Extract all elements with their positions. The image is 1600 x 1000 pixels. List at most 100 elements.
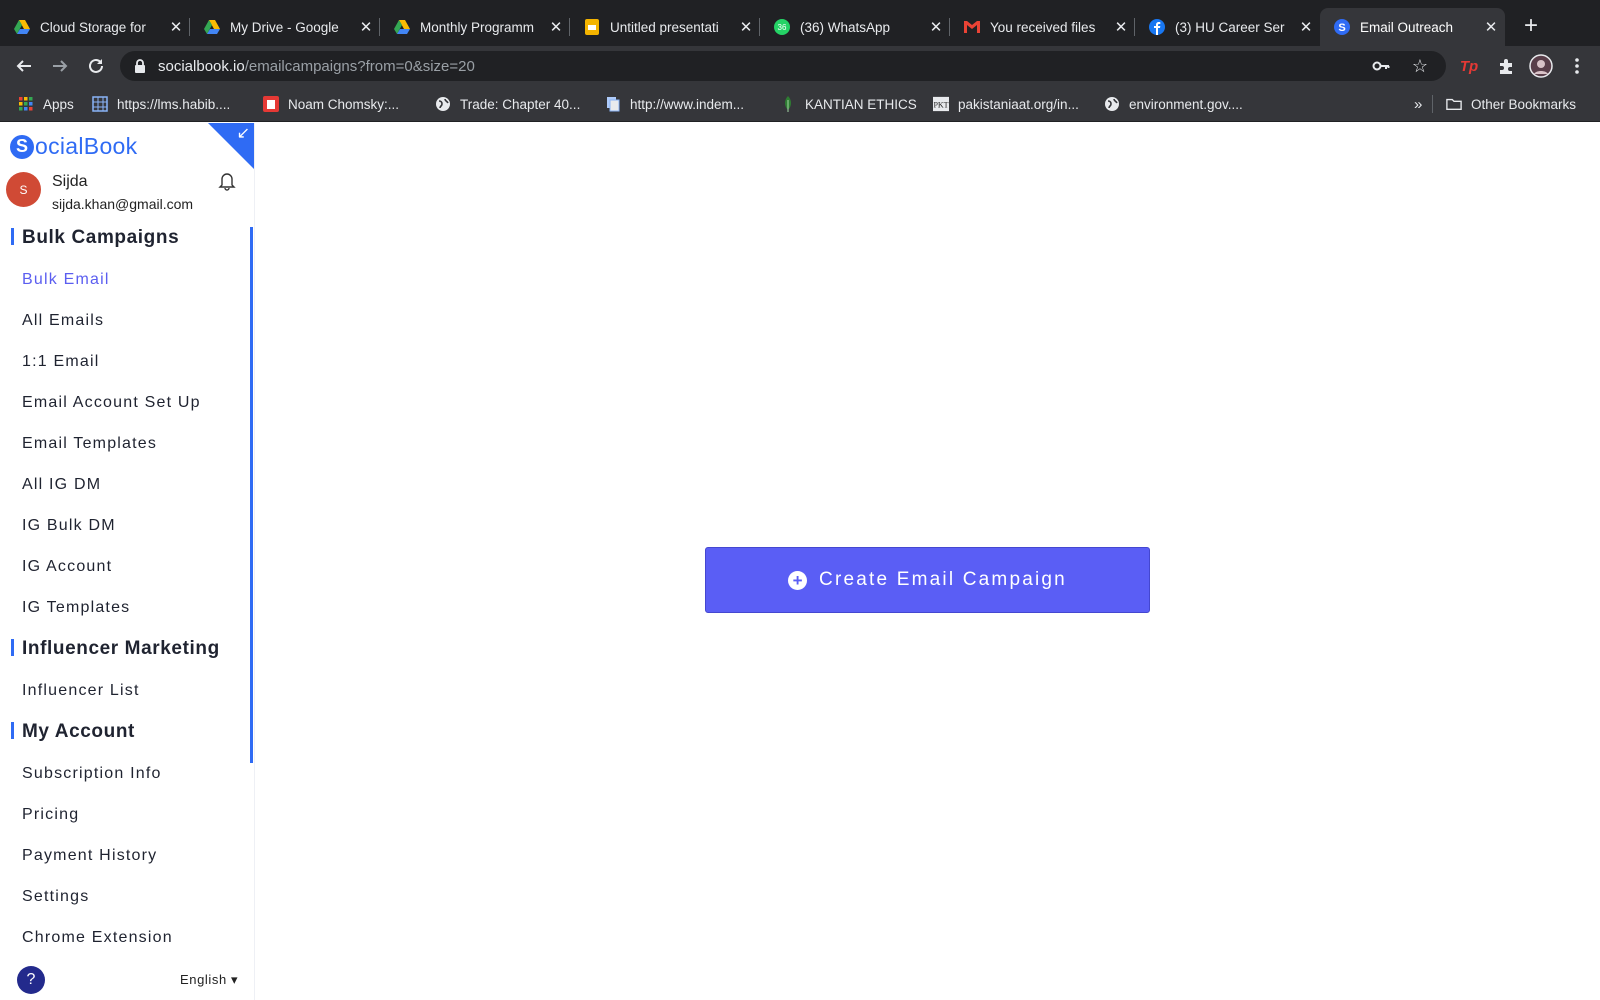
bookmark-label: Trade: Chapter 40... xyxy=(460,96,581,112)
tab-title: Untitled presentati xyxy=(610,19,719,35)
browser-tab[interactable]: Untitled presentati ✕ xyxy=(570,8,760,46)
new-tab-button[interactable]: + xyxy=(1519,14,1543,39)
tab-title: My Drive - Google xyxy=(230,19,339,35)
google-slides-icon xyxy=(584,19,600,35)
logo-wordmark: ocialBook xyxy=(35,133,138,159)
browser-menu-icon[interactable] xyxy=(1565,54,1589,78)
bookmark-item[interactable]: Trade: Chapter 40... xyxy=(435,95,580,113)
close-icon[interactable]: ✕ xyxy=(928,19,944,35)
tab-title: You received files xyxy=(990,19,1096,35)
browser-tab[interactable]: (3) HU Career Ser ✕ xyxy=(1135,8,1320,46)
key-icon[interactable] xyxy=(1372,57,1390,75)
sidebar-item-bulk-email[interactable]: Bulk Email xyxy=(0,265,250,306)
lock-icon xyxy=(135,59,145,73)
sidebar-item-settings[interactable]: Settings xyxy=(0,882,250,923)
bookmarks-bar: Apps https://lms.habib.... Noam Chomsky:..… xyxy=(0,86,1600,122)
bookmark-label: environment.gov.... xyxy=(1129,96,1243,112)
sidebar-item-ig-bulk-dm[interactable]: IG Bulk DM xyxy=(0,511,250,552)
sidebar-item-influencer-list[interactable]: Influencer List xyxy=(0,676,250,717)
sidebar-item-email-templates[interactable]: Email Templates xyxy=(0,429,250,470)
sidebar-item-1-1-email[interactable]: 1:1 Email xyxy=(0,347,250,388)
browser-tab[interactable]: Cloud Storage for ✕ xyxy=(0,8,190,46)
sidebar-item-all-emails[interactable]: All Emails xyxy=(0,306,250,347)
browser-tab[interactable]: 36 (36) WhatsApp ✕ xyxy=(760,8,950,46)
bookmark-item[interactable]: KANTIAN ETHICS xyxy=(780,95,917,113)
other-bookmarks[interactable]: Other Bookmarks xyxy=(1446,95,1576,113)
folder-icon xyxy=(1446,96,1462,112)
close-icon[interactable]: ✕ xyxy=(358,19,374,35)
close-icon[interactable]: ✕ xyxy=(1113,19,1129,35)
leaf-icon xyxy=(780,96,796,112)
other-bookmarks-label: Other Bookmarks xyxy=(1471,96,1577,112)
url-text: socialbook.io/emailcampaigns?from=0&size… xyxy=(158,58,475,75)
address-bar[interactable]: socialbook.io/emailcampaigns?from=0&size… xyxy=(120,51,1446,81)
gmail-icon xyxy=(964,19,980,35)
sidebar-section-bulk-campaigns: Bulk Campaigns xyxy=(0,223,250,265)
bookmark-label: pakistaniaat.org/in... xyxy=(958,96,1079,112)
forward-icon[interactable] xyxy=(48,54,72,78)
sidebar-item-email-account-set-up[interactable]: Email Account Set Up xyxy=(0,388,250,429)
bookmark-item[interactable]: https://lms.habib.... xyxy=(92,95,230,113)
close-icon[interactable]: ✕ xyxy=(1483,19,1499,35)
back-icon[interactable] xyxy=(12,54,36,78)
sidebar-item-ig-account[interactable]: IG Account xyxy=(0,552,250,593)
socialbook-icon: S xyxy=(1334,19,1350,35)
browser-tab[interactable]: You received files ✕ xyxy=(950,8,1135,46)
bell-icon[interactable] xyxy=(218,171,236,196)
logo-mark: S xyxy=(10,134,34,159)
browser-tab[interactable]: Monthly Programm ✕ xyxy=(380,8,570,46)
socialbook-logo[interactable]: S ocialBook xyxy=(10,133,137,160)
tab-title: Cloud Storage for xyxy=(40,19,146,35)
browser-toolbar: socialbook.io/emailcampaigns?from=0&size… xyxy=(0,46,1600,86)
bookmarks-overflow-button[interactable]: » xyxy=(1414,95,1422,113)
collapse-arrow-icon[interactable]: ↙ xyxy=(237,126,250,142)
language-select[interactable]: English ▾ xyxy=(180,972,238,988)
sidebar-item-subscription-info[interactable]: Subscription Info xyxy=(0,759,250,800)
whatsapp-icon: 36 xyxy=(774,19,790,35)
browser-tab[interactable]: S Email Outreach ✕ xyxy=(1320,8,1505,46)
user-email: sijda.khan@gmail.com xyxy=(52,196,194,212)
sidebar-item-all-ig-dm[interactable]: All IG DM xyxy=(0,470,250,511)
tp-extension-icon[interactable]: Tp xyxy=(1457,54,1481,78)
bookmark-label: http://www.indem... xyxy=(630,96,745,112)
close-icon[interactable]: ✕ xyxy=(548,19,564,35)
reload-icon[interactable] xyxy=(84,54,108,78)
bookmark-item[interactable]: http://www.indem... xyxy=(605,95,744,113)
google-drive-icon xyxy=(204,19,220,35)
sidebar-item-ig-templates[interactable]: IG Templates xyxy=(0,593,250,634)
sidebar-scroll-indicator xyxy=(250,227,253,763)
bookmark-item[interactable]: environment.gov.... xyxy=(1104,95,1243,113)
close-icon[interactable]: ✕ xyxy=(168,19,184,35)
globe-icon xyxy=(435,96,451,112)
tab-title: Email Outreach xyxy=(1360,19,1454,35)
create-email-campaign-button[interactable]: + Create Email Campaign xyxy=(705,547,1150,613)
sidebar-item-chrome-extension[interactable]: Chrome Extension xyxy=(0,923,250,964)
profile-avatar[interactable] xyxy=(1529,54,1553,78)
extensions-puzzle-icon[interactable] xyxy=(1494,54,1518,78)
svg-text:S: S xyxy=(1338,22,1345,34)
close-icon[interactable]: ✕ xyxy=(1298,19,1314,35)
bookmark-label: https://lms.habib.... xyxy=(117,96,231,112)
sidebar-item-payment-history[interactable]: Payment History xyxy=(0,841,250,882)
plus-circle-icon: + xyxy=(788,570,808,590)
bookmark-item[interactable]: Noam Chomsky:... xyxy=(263,95,399,113)
help-button[interactable]: ? xyxy=(17,966,45,994)
browser-tab-strip: Cloud Storage for ✕ My Drive - Google ✕ Mont… xyxy=(0,0,1600,46)
bookmark-item[interactable]: Apps xyxy=(18,95,74,113)
sidebar-section-influencer-marketing: Influencer Marketing xyxy=(0,634,250,676)
grid-page-icon xyxy=(92,96,108,112)
pkt-icon: PKT xyxy=(933,96,949,112)
user-avatar[interactable]: S xyxy=(6,172,41,207)
red-page-icon xyxy=(263,96,279,112)
facebook-icon xyxy=(1149,19,1165,35)
google-drive-icon xyxy=(394,19,410,35)
browser-tab[interactable]: My Drive - Google ✕ xyxy=(190,8,380,46)
bookmark-item[interactable]: PKT pakistaniaat.org/in... xyxy=(933,95,1079,113)
sidebar-item-pricing[interactable]: Pricing xyxy=(0,800,250,841)
sidebar: ↙ S ocialBook S Sijda sijda.khan@gmail.c… xyxy=(0,123,255,1000)
close-icon[interactable]: ✕ xyxy=(738,19,754,35)
sidebar-nav: Bulk Campaigns Bulk Email All Emails 1:1 Em… xyxy=(0,223,250,964)
bookmark-star-icon[interactable]: ☆ xyxy=(1412,56,1428,76)
svg-text:PKT: PKT xyxy=(933,101,948,110)
sidebar-section-my-account: My Account xyxy=(0,717,250,759)
